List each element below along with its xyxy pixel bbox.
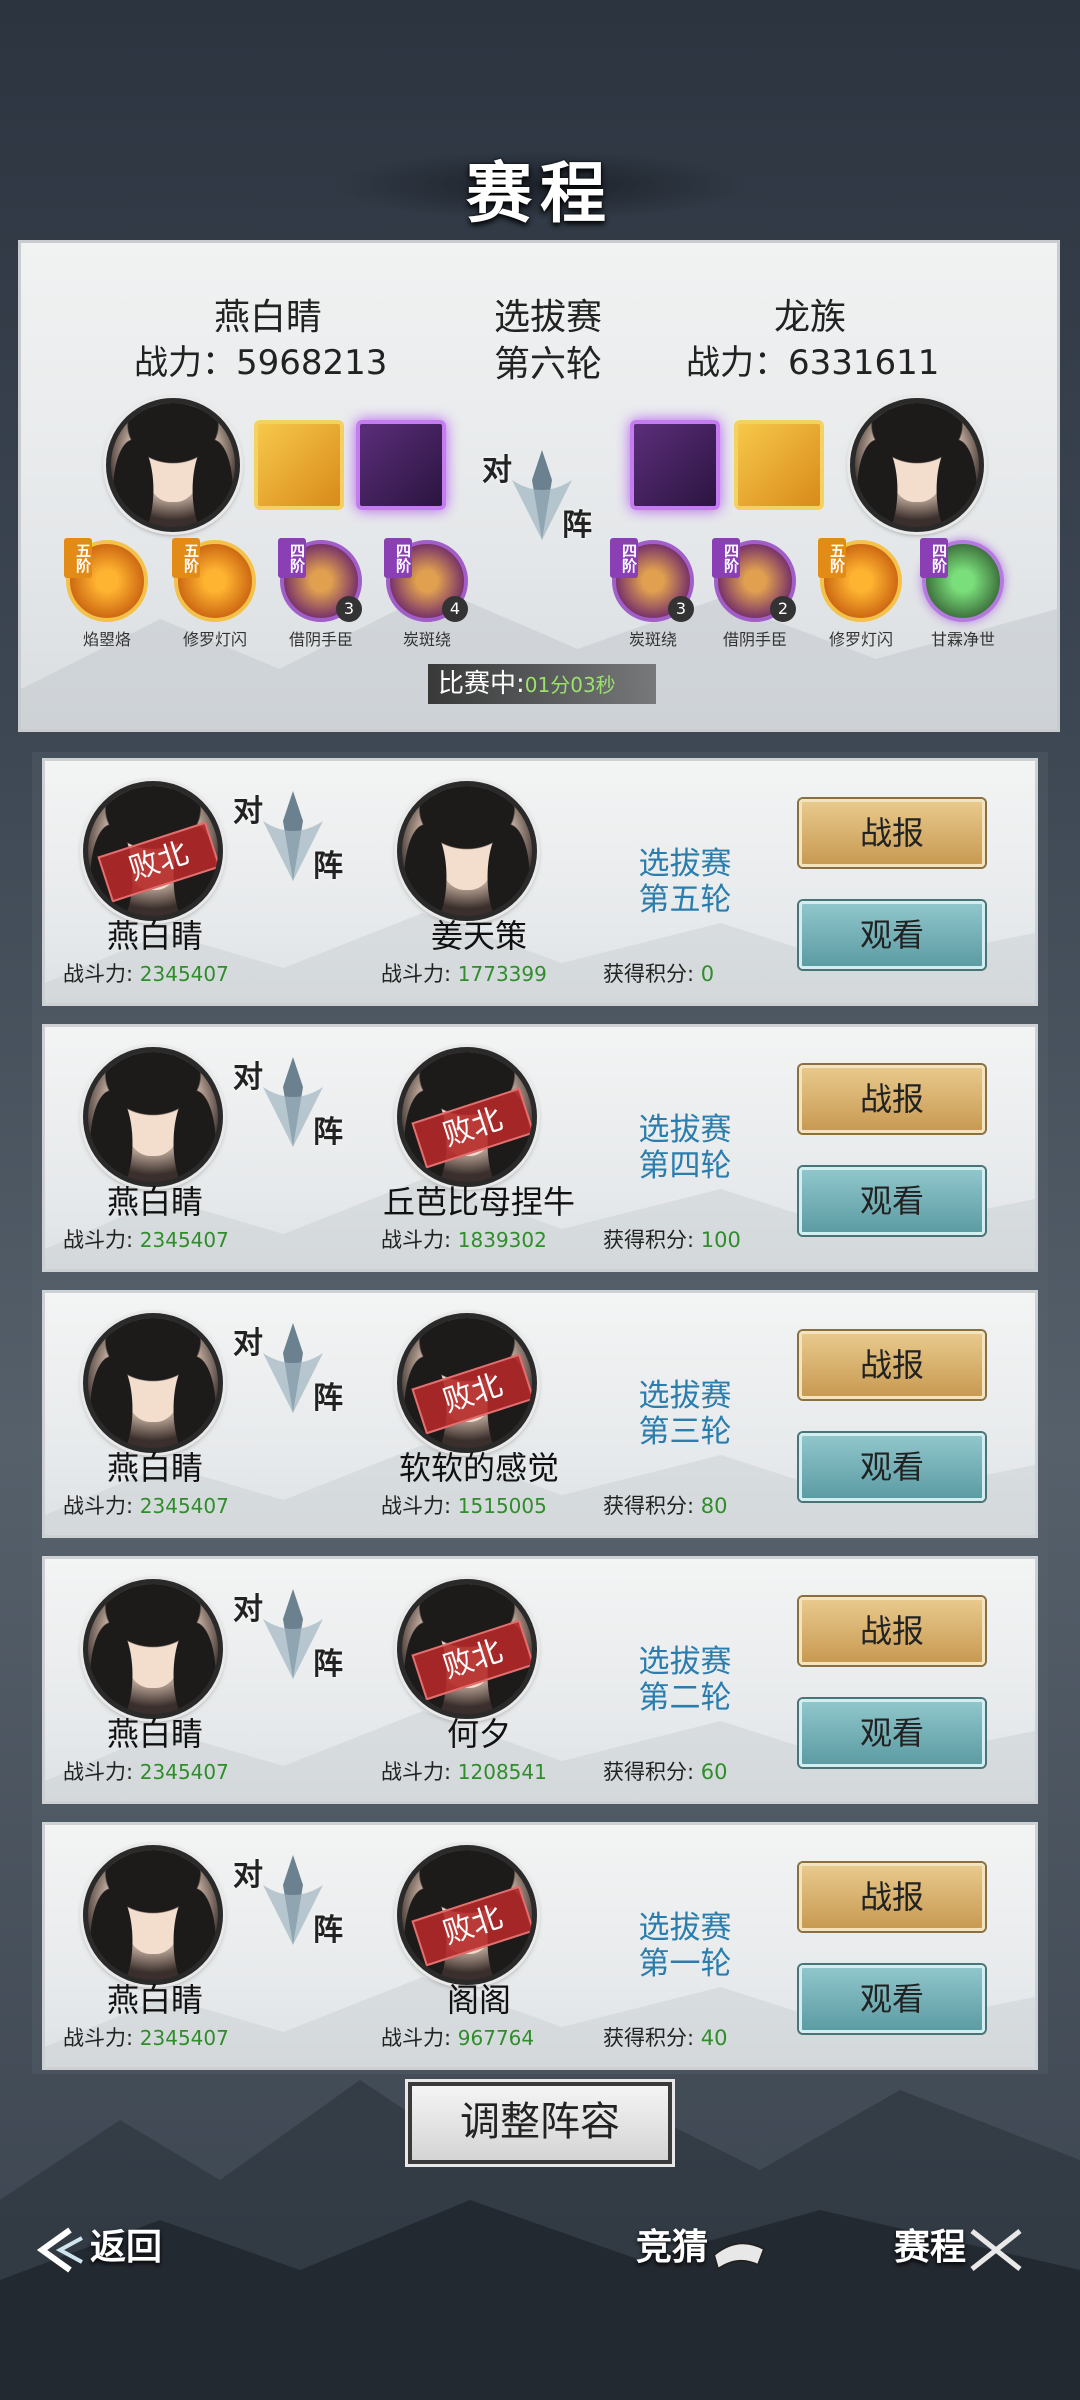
match-history-card: 败北 对 阵 燕白睛 姜天策 战斗力: 2345407 战斗力: 1773399… [42,758,1038,1006]
tiger-pet-icon[interactable] [734,420,824,510]
vs-emblem: 对 阵 [482,440,602,550]
skill-label: 甘霖净世 [930,630,995,649]
left-player-name: 燕白睛 [106,1449,203,1487]
left-avatar[interactable] [83,1579,223,1719]
battle-report-button[interactable]: 战报 [799,1065,985,1133]
right-power: 战斗力: 1515005 [381,1494,547,1518]
vs-emblem: 对 阵 [233,1845,353,1955]
right-player-name: 软软的感觉 [398,1449,559,1487]
vs-emblem: 对 阵 [233,1313,353,1423]
schedule-button[interactable]: 赛程 [894,2212,1074,2282]
right-player-name: 阁阁 [446,1981,511,2019]
points-earned: 获得积分: 100 [603,1228,741,1252]
round-line1: 选拔赛 [493,297,602,338]
guess-scroll-icon [712,2242,766,2271]
match-history-card: 对 阵 败北 燕白睛 何夕 战斗力: 2345407 战斗力: 1208541 … [42,1556,1038,1804]
left-power: 战斗力: 2345407 [63,1494,229,1518]
skill-label: 借阴手臣 [288,630,353,649]
right-player-name: 姜天策 [430,917,527,955]
right-player-power: 战力：6331611 [686,343,940,383]
page-title: 赛程 [466,154,614,232]
adjust-lineup-button[interactable]: 调整阵容 [408,2082,672,2164]
match-status: 比赛中:01分03秒 [428,664,656,704]
dark-weapon-icon[interactable] [356,420,446,510]
left-player-avatar[interactable] [106,398,240,532]
battle-report-button[interactable]: 战报 [799,1331,985,1399]
left-player-name: 燕白睛 [106,1981,203,2019]
watch-replay-button[interactable]: 观看 [799,1433,985,1501]
match-history-card: 对 阵 败北 燕白睛 阁阁 战斗力: 2345407 战斗力: 967764 选… [42,1822,1038,2070]
back-button[interactable]: 返回 [30,2212,200,2282]
battle-report-button[interactable]: 战报 [799,1597,985,1665]
watch-replay-button[interactable]: 观看 [799,1965,985,2033]
skill-icon[interactable]: 四阶 2 [712,538,796,622]
points-earned: 获得积分: 60 [603,1760,728,1784]
guess-button[interactable]: 竞猜 [636,2212,816,2282]
left-power: 战斗力: 2345407 [63,1228,229,1252]
left-player-power: 战力：5968213 [134,343,388,383]
skill-icon[interactable]: 四阶 [920,538,1004,622]
right-avatar[interactable]: 败北 [397,1047,537,1187]
match-history-card: 对 阵 败北 燕白睛 软软的感觉 战斗力: 2345407 战斗力: 15150… [42,1290,1038,1538]
dark-weapon-icon[interactable] [630,420,720,510]
left-avatar[interactable] [83,1047,223,1187]
right-avatar[interactable]: 败北 [397,1313,537,1453]
left-player-name: 燕白睛 [106,917,203,955]
skill-icon[interactable]: 五阶 [818,538,902,622]
skill-label: 修罗灯闪 [182,630,247,649]
left-avatar[interactable] [83,1313,223,1453]
left-power: 战斗力: 2345407 [63,962,229,986]
right-player-name: 丘芭比母捏牛 [382,1183,575,1221]
points-earned: 获得积分: 0 [603,962,715,986]
skill-label: 焰曌烙 [82,630,131,649]
right-player-name: 龙族 [773,297,846,338]
vs-emblem: 对 阵 [233,1579,353,1689]
right-player-avatar[interactable] [850,398,984,532]
round-label: 选拔赛 第一轮 [638,1910,732,1982]
right-power: 战斗力: 1773399 [381,962,547,986]
points-earned: 获得积分: 40 [603,2026,728,2050]
skill-icon[interactable]: 五阶 [64,538,148,622]
battle-report-button[interactable]: 战报 [799,1863,985,1931]
tiger-pet-icon[interactable] [254,420,344,510]
right-power: 战斗力: 1208541 [381,1760,547,1784]
battle-report-button[interactable]: 战报 [799,799,985,867]
left-player-name: 燕白睛 [106,1183,203,1221]
vs-emblem: 对 阵 [233,1047,353,1157]
right-power: 战斗力: 1839302 [381,1228,547,1252]
left-avatar[interactable] [83,1845,223,1985]
match-history-card: 对 阵 败北 燕白睛 丘芭比母捏牛 战斗力: 2345407 战斗力: 1839… [42,1024,1038,1272]
points-earned: 获得积分: 80 [603,1494,728,1518]
skill-icon[interactable]: 四阶 3 [610,538,694,622]
right-avatar[interactable]: 败北 [397,1845,537,1985]
round-label: 选拔赛 第四轮 [638,1112,732,1184]
right-avatar[interactable]: 败北 [397,1579,537,1719]
skill-label: 借阴手臣 [722,630,787,649]
crossed-swords-icon [970,2229,1022,2271]
round-line2: 第六轮 [493,344,602,385]
vs-emblem: 对 阵 [233,781,353,891]
right-power: 战斗力: 967764 [381,2026,535,2050]
back-arrow-icon [36,2227,83,2273]
left-player-name: 燕白睛 [213,297,322,338]
round-label: 选拔赛 第五轮 [638,846,732,918]
watch-replay-button[interactable]: 观看 [799,1699,985,1767]
left-player-name: 燕白睛 [106,1715,203,1753]
skill-label: 炭斑绕 [402,630,451,649]
right-player-name: 何夕 [446,1715,511,1753]
right-avatar[interactable] [397,781,537,921]
left-power: 战斗力: 2345407 [63,1760,229,1784]
left-power: 战斗力: 2345407 [63,2026,229,2050]
round-label: 选拔赛 第二轮 [638,1644,732,1716]
round-label: 选拔赛 第三轮 [638,1378,732,1450]
watch-replay-button[interactable]: 观看 [799,901,985,969]
skill-icon[interactable]: 五阶 [172,538,256,622]
skill-icon[interactable]: 四阶 4 [384,538,468,622]
watch-replay-button[interactable]: 观看 [799,1167,985,1235]
left-avatar[interactable]: 败北 [83,781,223,921]
skill-label: 修罗灯闪 [828,630,893,649]
skill-label: 炭斑绕 [628,630,677,649]
skill-icon[interactable]: 四阶 3 [278,538,362,622]
